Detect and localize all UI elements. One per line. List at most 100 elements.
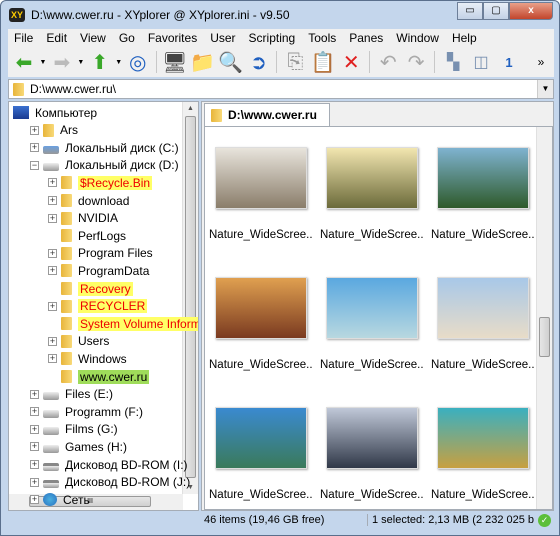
menu-view[interactable]: View (74, 31, 113, 45)
address-bar[interactable]: D:\www.cwer.ru\ ▼ (8, 79, 554, 99)
expand-icon[interactable]: + (30, 495, 39, 505)
file-thumbnail-item[interactable]: Nature_WideScree... (431, 147, 535, 241)
tree-node[interactable]: PerfLogs (61, 227, 126, 244)
find-icon[interactable]: 🔍 (218, 50, 244, 74)
file-thumbnail-item[interactable]: Nature_WideScree... (431, 277, 535, 371)
tree-node[interactable]: System Volume Informa (61, 315, 198, 332)
tree-node[interactable]: + Files (E:) (30, 386, 113, 403)
menu-tools[interactable]: Tools (302, 31, 343, 45)
tree-node[interactable]: + Games (H:) (30, 438, 128, 455)
target-button[interactable]: ◎ (125, 50, 151, 74)
tree-node[interactable]: www.cwer.ru (61, 368, 150, 385)
toolbar-overflow[interactable]: » (528, 50, 554, 74)
tree-node[interactable]: + Windows (48, 350, 127, 367)
tree-node[interactable]: + RECYCLER (48, 298, 148, 315)
file-thumbnail-item[interactable]: Nature_WideScree... (320, 407, 424, 501)
back-button[interactable]: ⬅ (11, 50, 37, 74)
one-pane-icon[interactable]: 1 (496, 50, 522, 74)
dual-pane-icon[interactable]: ◫ (468, 50, 494, 74)
menu-user[interactable]: User (204, 31, 242, 45)
undo-icon[interactable]: ↶ (375, 50, 401, 74)
back-dropdown[interactable]: ▼ (39, 50, 47, 74)
up-folder-button[interactable]: ⬆ (87, 50, 113, 74)
tree-node[interactable]: + Films (G:) (30, 421, 118, 438)
folder-icon (61, 317, 72, 331)
file-thumbnail-item[interactable]: Nature_WideScree... (431, 407, 535, 501)
file-thumbnail-item[interactable]: Nature_WideScree... (320, 147, 424, 241)
forward-dropdown[interactable]: ▼ (77, 50, 85, 74)
menu-help[interactable]: Help (446, 31, 484, 45)
up-dropdown[interactable]: ▼ (115, 50, 123, 74)
expand-icon[interactable]: + (30, 143, 39, 153)
tree-node-label: Компьютер (35, 105, 98, 120)
tree-node-label: Локальный диск (D:) (65, 158, 179, 173)
tree-node[interactable]: + Ars (30, 122, 78, 139)
expand-icon[interactable]: + (48, 213, 57, 223)
menu-favorites[interactable]: Favorites (142, 31, 204, 45)
tree-node[interactable]: + Users (48, 333, 109, 350)
tree-node[interactable]: Компьютер (13, 104, 97, 121)
paste-icon[interactable]: 📋 (310, 50, 336, 74)
file-thumbnail-item[interactable]: Nature_WideScree... (320, 277, 424, 371)
expand-icon[interactable]: + (30, 442, 39, 452)
scroll-thumb[interactable] (185, 116, 196, 478)
address-input[interactable]: D:\www.cwer.ru\ (30, 82, 116, 96)
new-folder-icon[interactable]: 📁 (190, 50, 216, 74)
computer-icon[interactable]: 🖥 (162, 50, 188, 74)
tree-node[interactable]: Recovery (61, 280, 133, 297)
expand-icon[interactable]: + (30, 424, 39, 434)
expand-icon[interactable]: + (48, 178, 57, 188)
scroll-thumb[interactable] (539, 317, 550, 357)
menu-panes[interactable]: Panes (343, 31, 390, 45)
expand-icon[interactable]: + (30, 407, 39, 417)
expand-icon[interactable]: + (30, 477, 39, 487)
collapse-icon[interactable]: − (30, 160, 39, 170)
tree-vertical-scrollbar[interactable]: ▲ ▼ (182, 102, 198, 494)
menu-file[interactable]: File (8, 31, 40, 45)
expand-icon[interactable]: + (30, 460, 39, 469)
menu-edit[interactable]: Edit (40, 31, 74, 45)
folder-icon (211, 108, 222, 122)
close-button[interactable]: x (509, 2, 553, 20)
tree-node[interactable]: + download (48, 192, 129, 209)
file-name: Nature_WideScree... (209, 359, 313, 371)
menu-scripting[interactable]: Scripting (243, 31, 303, 45)
tab-www-cwer-ru[interactable]: D:\www.cwer.ru (204, 103, 330, 126)
expand-icon[interactable]: + (48, 248, 57, 258)
tree-node[interactable]: + Локальный диск (C:) (30, 139, 179, 156)
tree-node[interactable]: + Program Files (48, 245, 153, 262)
menu-window[interactable]: Window (390, 31, 446, 45)
tree-node[interactable]: + Сеть (30, 491, 90, 508)
copy-icon[interactable]: ⎘ (282, 50, 308, 74)
tree-node[interactable]: + Дисковод BD-ROM (I:) (30, 456, 188, 473)
tree-node[interactable]: + $Recycle.Bin (48, 174, 153, 191)
delete-icon[interactable]: ✕ (338, 50, 364, 74)
tree-node[interactable]: + Programm (F:) (30, 403, 143, 420)
expand-icon[interactable]: + (30, 125, 39, 135)
file-vertical-scrollbar[interactable] (536, 127, 552, 509)
redo-icon[interactable]: ↷ (403, 50, 429, 74)
layout-icon[interactable]: ▚ (440, 50, 466, 74)
expand-icon[interactable]: + (48, 336, 57, 346)
tree-node-label: Games (H:) (65, 439, 128, 454)
folder-icon (61, 229, 72, 243)
expand-icon[interactable]: + (30, 389, 39, 399)
address-dropdown[interactable]: ▼ (537, 80, 553, 98)
tree-node[interactable]: + Дисковод BD-ROM (J:) (30, 474, 190, 491)
tree-node[interactable]: + NVIDIA (48, 210, 118, 227)
expand-icon[interactable]: + (48, 266, 57, 276)
expand-icon[interactable]: + (48, 354, 57, 364)
go-to-icon[interactable]: ➲ (246, 50, 272, 74)
file-thumbnail-item[interactable]: Nature_WideScree... (209, 407, 313, 501)
file-thumbnail-item[interactable]: Nature_WideScree... (209, 147, 313, 241)
minimize-button[interactable]: ▭ (457, 2, 483, 20)
expand-icon[interactable]: + (48, 196, 57, 205)
forward-button[interactable]: ➡ (49, 50, 75, 74)
tree-node[interactable]: + ProgramData (48, 262, 149, 279)
expand-icon[interactable]: + (48, 301, 57, 311)
maximize-button[interactable]: ▢ (483, 2, 509, 20)
menu-go[interactable]: Go (113, 31, 142, 45)
file-thumbnail-item[interactable]: Nature_WideScree... (209, 277, 313, 371)
tree-node[interactable]: − Локальный диск (D:) (30, 157, 179, 174)
system-drive-icon (43, 145, 59, 154)
